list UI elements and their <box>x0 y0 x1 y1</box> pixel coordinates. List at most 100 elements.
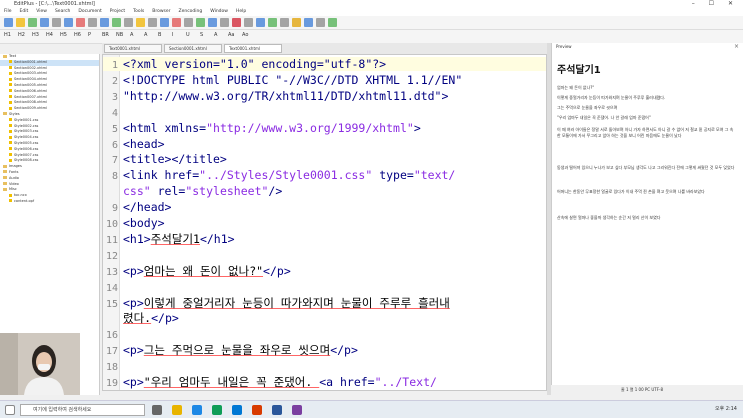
chrome-icon[interactable] <box>212 405 222 415</box>
menu-item-1[interactable]: Edit <box>20 9 29 14</box>
menu-item-10[interactable]: Help <box>236 9 246 14</box>
code-editor[interactable]: 1 <?xml version="1.0" encoding="utf-8"?> 2… <box>102 54 547 391</box>
menu-item-2[interactable]: View <box>36 9 47 14</box>
menu-item-3[interactable]: Search <box>55 9 70 14</box>
toolbar-tool-icon[interactable] <box>160 18 169 27</box>
powerpoint-icon[interactable] <box>252 405 262 415</box>
html-tag-button[interactable]: U <box>186 32 190 38</box>
code-line[interactable]: 렸다.</p> <box>103 311 546 325</box>
toolbar-tool-icon[interactable] <box>316 18 325 27</box>
html-tag-button[interactable]: BR <box>102 32 109 38</box>
code-line[interactable]: 14 <box>103 280 546 294</box>
toolbar-tool-icon[interactable] <box>148 18 157 27</box>
html-tag-button[interactable]: A <box>214 32 217 38</box>
code-token: /> <box>268 184 283 199</box>
menu-item-6[interactable]: Tools <box>133 9 144 14</box>
toolbar-tool-icon[interactable] <box>136 18 145 27</box>
code-line[interactable]: 2 <!DOCTYPE html PUBLIC "-//W3C//DTD XHTM… <box>103 73 546 87</box>
code-line[interactable]: 9 </head> <box>103 200 546 214</box>
tree-file[interactable]: content.opf <box>0 199 99 205</box>
toolbar-tool-icon[interactable] <box>172 18 181 27</box>
menu-item-9[interactable]: Window <box>210 9 228 14</box>
html-tag-button[interactable]: H1 <box>4 32 11 38</box>
toolbar-tool-icon[interactable] <box>208 18 217 27</box>
toolbar-tool-icon[interactable] <box>64 18 73 27</box>
toolbar-tool-icon[interactable] <box>184 18 193 27</box>
toolbar-tool-icon[interactable] <box>220 18 229 27</box>
html-tag-button[interactable]: P <box>88 32 91 38</box>
windows-start-icon[interactable] <box>5 405 15 415</box>
toolbar-tool-icon[interactable] <box>244 18 253 27</box>
html-tag-button[interactable]: H3 <box>32 32 39 38</box>
toolbar-tool-icon[interactable] <box>256 18 265 27</box>
code-line[interactable]: 15 <p>이렇게 중얼거리자 눈등이 따가와지며 눈물이 주루루 흘러내 <box>103 296 546 310</box>
toolbar-tool-icon[interactable] <box>100 18 109 27</box>
html-tag-button[interactable]: H4 <box>46 32 53 38</box>
code-line[interactable]: 8 <link href="../Styles/Style0001.css" ty… <box>103 168 546 182</box>
toolbar-tool-icon[interactable] <box>28 18 37 27</box>
menu-item-7[interactable]: Browser <box>152 9 170 14</box>
toolbar-tool-icon[interactable] <box>112 18 121 27</box>
menu-item-5[interactable]: Project <box>110 9 125 14</box>
menu-item-8[interactable]: Zencoding <box>178 9 202 14</box>
toolbar-tool-icon[interactable] <box>268 18 277 27</box>
preview-tab[interactable]: Preview <box>556 44 572 49</box>
system-clock[interactable]: 오후 2:14 <box>715 405 737 412</box>
close-icon[interactable]: × <box>734 43 739 50</box>
toolbar-tool-icon[interactable] <box>292 18 301 27</box>
toolbar-tool-icon[interactable] <box>304 18 313 27</box>
toolbar-tool-icon[interactable] <box>232 18 241 27</box>
code-line[interactable]: 6 <head> <box>103 137 546 151</box>
file-explorer-icon[interactable] <box>172 405 182 415</box>
toolbar-tool-icon[interactable] <box>52 18 61 27</box>
app-icon[interactable] <box>292 405 302 415</box>
code-line[interactable]: 7 <title></title> <box>103 152 546 167</box>
toolbar-tool-icon[interactable] <box>40 18 49 27</box>
edge-icon[interactable] <box>192 405 202 415</box>
code-line[interactable]: 16 <box>103 327 546 341</box>
toolbar-tool-icon[interactable] <box>16 18 25 27</box>
toolbar-tool-icon[interactable] <box>76 18 85 27</box>
code-line[interactable]: 13 <p>엄마는 왜 돈이 없나?"</p> <box>103 264 546 278</box>
toolbar-tool-icon[interactable] <box>280 18 289 27</box>
menu-item-4[interactable]: Document <box>78 9 101 14</box>
html-tag-button[interactable]: S <box>200 32 203 38</box>
document-tab[interactable]: Section0001.xhtml <box>164 44 222 53</box>
code-line[interactable]: 19 <p>"우리 엄마두 내일은 꼭 준댔어. <a href="../Text… <box>103 375 546 389</box>
html-tag-button[interactable]: Ao <box>242 32 248 38</box>
toolbar-tool-icon[interactable] <box>88 18 97 27</box>
html-tag-button[interactable]: A <box>130 32 133 38</box>
html-tag-button[interactable]: I <box>172 32 173 38</box>
code-line[interactable]: 11 <h1>주석달기1</h1> <box>103 232 546 246</box>
code-line[interactable]: 12 <box>103 248 546 262</box>
html-tag-button[interactable]: H2 <box>18 32 25 38</box>
html-tag-button[interactable]: H6 <box>74 32 81 38</box>
code-line[interactable]: 3 "http://www.w3.org/TR/xhtml11/DTD/xhtm… <box>103 89 546 103</box>
toolbar-tool-icon[interactable] <box>328 18 337 27</box>
code-line[interactable]: 1 <?xml version="1.0" encoding="utf-8"?> <box>103 57 546 71</box>
code-line[interactable]: 5 <html xmlns="http://www.w3.org/1999/xht… <box>103 121 546 135</box>
line-number: 7 <box>111 155 118 167</box>
taskbar-search-input[interactable]: 여기에 입력하여 검색하세요 <box>20 404 145 416</box>
html-tag-button[interactable]: A <box>144 32 147 38</box>
html-tag-button[interactable]: Aa <box>228 32 234 38</box>
toolbar-tool-icon[interactable] <box>4 18 13 27</box>
menu-item-0[interactable]: File <box>4 9 12 14</box>
code-line[interactable]: 18 <box>103 359 546 373</box>
html-tag-button[interactable]: NB <box>116 32 123 38</box>
word-icon[interactable] <box>272 405 282 415</box>
toolbar-tool-icon[interactable] <box>124 18 133 27</box>
document-tab[interactable]: Text0001.xhtml <box>224 44 282 53</box>
code-line[interactable]: 17 <p>그는 주먹으로 눈물을 좌우로 씻으며</p> <box>103 343 546 357</box>
code-line[interactable]: 10 <body> <box>103 216 546 230</box>
html-tag-button[interactable]: B <box>158 32 161 38</box>
mail-icon[interactable] <box>232 405 242 415</box>
document-tab[interactable]: Text0001.xhtml <box>104 44 162 53</box>
window-controls[interactable]: – ☐ ✕ <box>692 0 739 8</box>
code-line[interactable]: css" rel="stylesheet"/> <box>103 184 546 199</box>
html-tag-button[interactable]: H5 <box>60 32 67 38</box>
code-line[interactable]: 4 <box>103 105 546 119</box>
task-view-icon[interactable] <box>152 405 162 415</box>
line-number: 11 <box>105 234 118 246</box>
toolbar-tool-icon[interactable] <box>196 18 205 27</box>
